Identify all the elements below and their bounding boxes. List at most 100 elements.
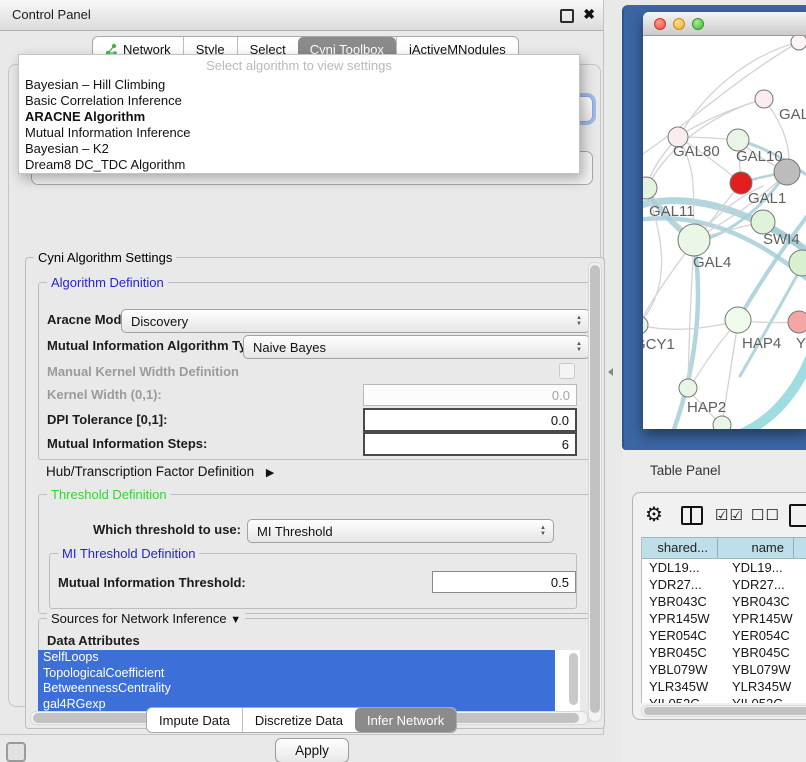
- tab-infer-network[interactable]: Infer Network: [355, 708, 456, 732]
- network-node[interactable]: [713, 416, 731, 429]
- network-node[interactable]: [755, 90, 773, 108]
- table-cell[interactable]: YBR043C: [642, 593, 725, 610]
- table-cell[interactable]: YBL079W: [725, 661, 806, 678]
- table-row[interactable]: YER054CYER054C8.: [642, 627, 806, 644]
- gear-icon[interactable]: ⚙: [645, 502, 663, 527]
- table-row[interactable]: YBR043CYBR043C: [642, 593, 806, 610]
- table-cell[interactable]: YIL052C: [725, 695, 806, 703]
- network-edge[interactable]: [643, 42, 799, 158]
- table-cell[interactable]: YDR27...: [642, 576, 725, 593]
- table-panel-title: Table Panel: [650, 463, 721, 478]
- close-traffic-light-icon[interactable]: [654, 18, 666, 30]
- attribute-item-betweennesscentrality[interactable]: BetweennessCentrality: [38, 681, 555, 697]
- node-table: shared... name A YDL19...YDL19...13YDR27…: [641, 537, 806, 703]
- zoom-traffic-light-icon[interactable]: [692, 18, 704, 30]
- algorithm-option-mutual-information-inference[interactable]: Mutual Information Inference: [19, 125, 579, 141]
- network-canvas[interactable]: GALGAL80GAL10GAL1GAL11SWI4GAL4GCY1HAP4YH…: [643, 36, 806, 429]
- minimize-traffic-light-icon[interactable]: [673, 18, 685, 30]
- which-threshold-combo[interactable]: MI Threshold: [247, 519, 554, 543]
- table-row[interactable]: YPR145WYPR145W9.: [642, 610, 806, 627]
- network-node[interactable]: [643, 316, 648, 334]
- mi-threshold-field[interactable]: 0.5: [432, 571, 576, 593]
- dpi-tolerance-field[interactable]: 0.0: [363, 408, 577, 432]
- table-row[interactable]: YDL19...YDL19...13: [642, 559, 806, 576]
- kernel-width-field[interactable]: 0.0: [363, 384, 577, 406]
- table-cell[interactable]: YBR045C: [725, 644, 806, 661]
- algorithm-option-bayesian-hill-climbing[interactable]: Bayesian – Hill Climbing: [19, 77, 579, 93]
- export-table-icon[interactable]: [789, 504, 806, 527]
- column-header-name[interactable]: name: [718, 538, 794, 558]
- tab-label: Infer Network: [367, 713, 444, 728]
- aracne-mode-combo[interactable]: Discovery: [121, 309, 590, 333]
- table-row[interactable]: YBL079WYBL079W: [642, 661, 806, 678]
- select-all-checkboxes-icon[interactable]: ☑☑: [715, 506, 744, 524]
- table-cell[interactable]: YBR045C: [642, 644, 725, 661]
- table-horizontal-scrollbar[interactable]: [641, 705, 806, 717]
- settings-vscroll-thumb[interactable]: [590, 265, 600, 713]
- tab-impute-data[interactable]: Impute Data: [147, 708, 242, 732]
- table-cell[interactable]: YLR345W: [725, 678, 806, 695]
- columns-icon[interactable]: [681, 506, 703, 525]
- attributes-scrollbar-thumb[interactable]: [569, 653, 578, 705]
- table-cell[interactable]: YBL079W: [642, 661, 725, 678]
- network-node[interactable]: [725, 307, 751, 333]
- table-row[interactable]: YIL052CYIL052C9.: [642, 695, 806, 703]
- table-cell[interactable]: YIL052C: [642, 695, 725, 703]
- manual-kernel-width-checkbox[interactable]: [559, 363, 575, 379]
- algorithm-definition-legend: Algorithm Definition: [47, 275, 168, 290]
- hub-definition-label: Hub/Transcription Factor Definition: [46, 464, 254, 479]
- close-icon[interactable]: ✖: [583, 6, 595, 23]
- table-row[interactable]: YBR045CYBR045C9.: [642, 644, 806, 661]
- panel-divider-grip[interactable]: [608, 368, 613, 376]
- network-node[interactable]: [791, 36, 806, 50]
- algorithm-option-dream8-dc-tdc-algorithm[interactable]: Dream8 DC_TDC Algorithm: [19, 157, 579, 173]
- network-node[interactable]: [789, 250, 806, 276]
- column-header-shared-name[interactable]: shared...: [642, 538, 718, 558]
- network-node[interactable]: [788, 311, 806, 333]
- algorithm-option-bayesian-k2[interactable]: Bayesian – K2: [19, 141, 579, 157]
- network-node[interactable]: [679, 379, 697, 397]
- table-hscroll-thumb[interactable]: [644, 707, 806, 715]
- apply-button[interactable]: Apply: [275, 738, 349, 762]
- network-node[interactable]: [643, 177, 657, 199]
- unchecked-icon: ☐: [765, 507, 779, 524]
- table-cell[interactable]: YDR27...: [725, 576, 806, 593]
- mi-threshold-legend: MI Threshold Definition: [58, 546, 199, 561]
- mi-algorithm-type-combo[interactable]: Naive Bayes: [243, 335, 590, 359]
- table-row[interactable]: YLR345WYLR345W9.: [642, 678, 806, 695]
- table-cell[interactable]: YPR145W: [725, 610, 806, 627]
- data-attributes-list: SelfLoopsTopologicalCoefficientBetweenne…: [38, 650, 564, 712]
- attributes-list-scrollbar[interactable]: [564, 650, 580, 712]
- tab-discretize-data[interactable]: Discretize Data: [242, 708, 355, 732]
- tab-label: Discretize Data: [255, 713, 343, 728]
- table-cell[interactable]: YER054C: [725, 627, 806, 644]
- table-row[interactable]: YDR27...YDR27...12: [642, 576, 806, 593]
- network-node-label: HAP2: [687, 399, 726, 416]
- table-cell[interactable]: YER054C: [642, 627, 725, 644]
- clear-all-checkboxes-icon[interactable]: ☐☐: [751, 506, 780, 524]
- table-cell[interactable]: YDL19...: [642, 559, 725, 576]
- hub-definition-toggle[interactable]: Hub/Transcription Factor Definition ▶: [46, 464, 274, 479]
- float-window-icon[interactable]: [560, 9, 574, 23]
- network-node-label: GAL4: [693, 254, 731, 271]
- table-cell[interactable]: YBR043C: [725, 593, 806, 610]
- attribute-item-selfloops[interactable]: SelfLoops: [38, 650, 555, 666]
- algorithm-dropdown-placeholder: Select algorithm to view settings: [19, 55, 579, 77]
- control-panel-titlebar: Control Panel ✖: [0, 0, 604, 31]
- combo-stepper-icon: [576, 315, 582, 327]
- minimized-panel-icon[interactable]: [6, 742, 26, 762]
- screen: Control Panel ✖ NetworkStyleSelectCyni T…: [0, 0, 806, 762]
- algorithm-option-aracne-algorithm[interactable]: ARACNE Algorithm: [19, 109, 579, 125]
- table-cell[interactable]: YPR145W: [642, 610, 725, 627]
- network-edge[interactable]: [731, 356, 806, 429]
- network-window-titlebar[interactable]: [643, 12, 806, 36]
- mi-steps-field[interactable]: 6: [363, 432, 577, 456]
- table-cell[interactable]: YDL19...: [725, 559, 806, 576]
- algorithm-option-basic-correlation-inference[interactable]: Basic Correlation Inference: [19, 93, 579, 109]
- table-cell[interactable]: YLR345W: [642, 678, 725, 695]
- sources-legend-toggle[interactable]: Sources for Network Inference ▼: [47, 611, 245, 626]
- network-node[interactable]: [678, 224, 710, 256]
- settings-vertical-scrollbar[interactable]: [588, 262, 602, 722]
- column-header-partial[interactable]: A: [794, 538, 806, 558]
- attribute-item-topologicalcoefficient[interactable]: TopologicalCoefficient: [38, 666, 555, 682]
